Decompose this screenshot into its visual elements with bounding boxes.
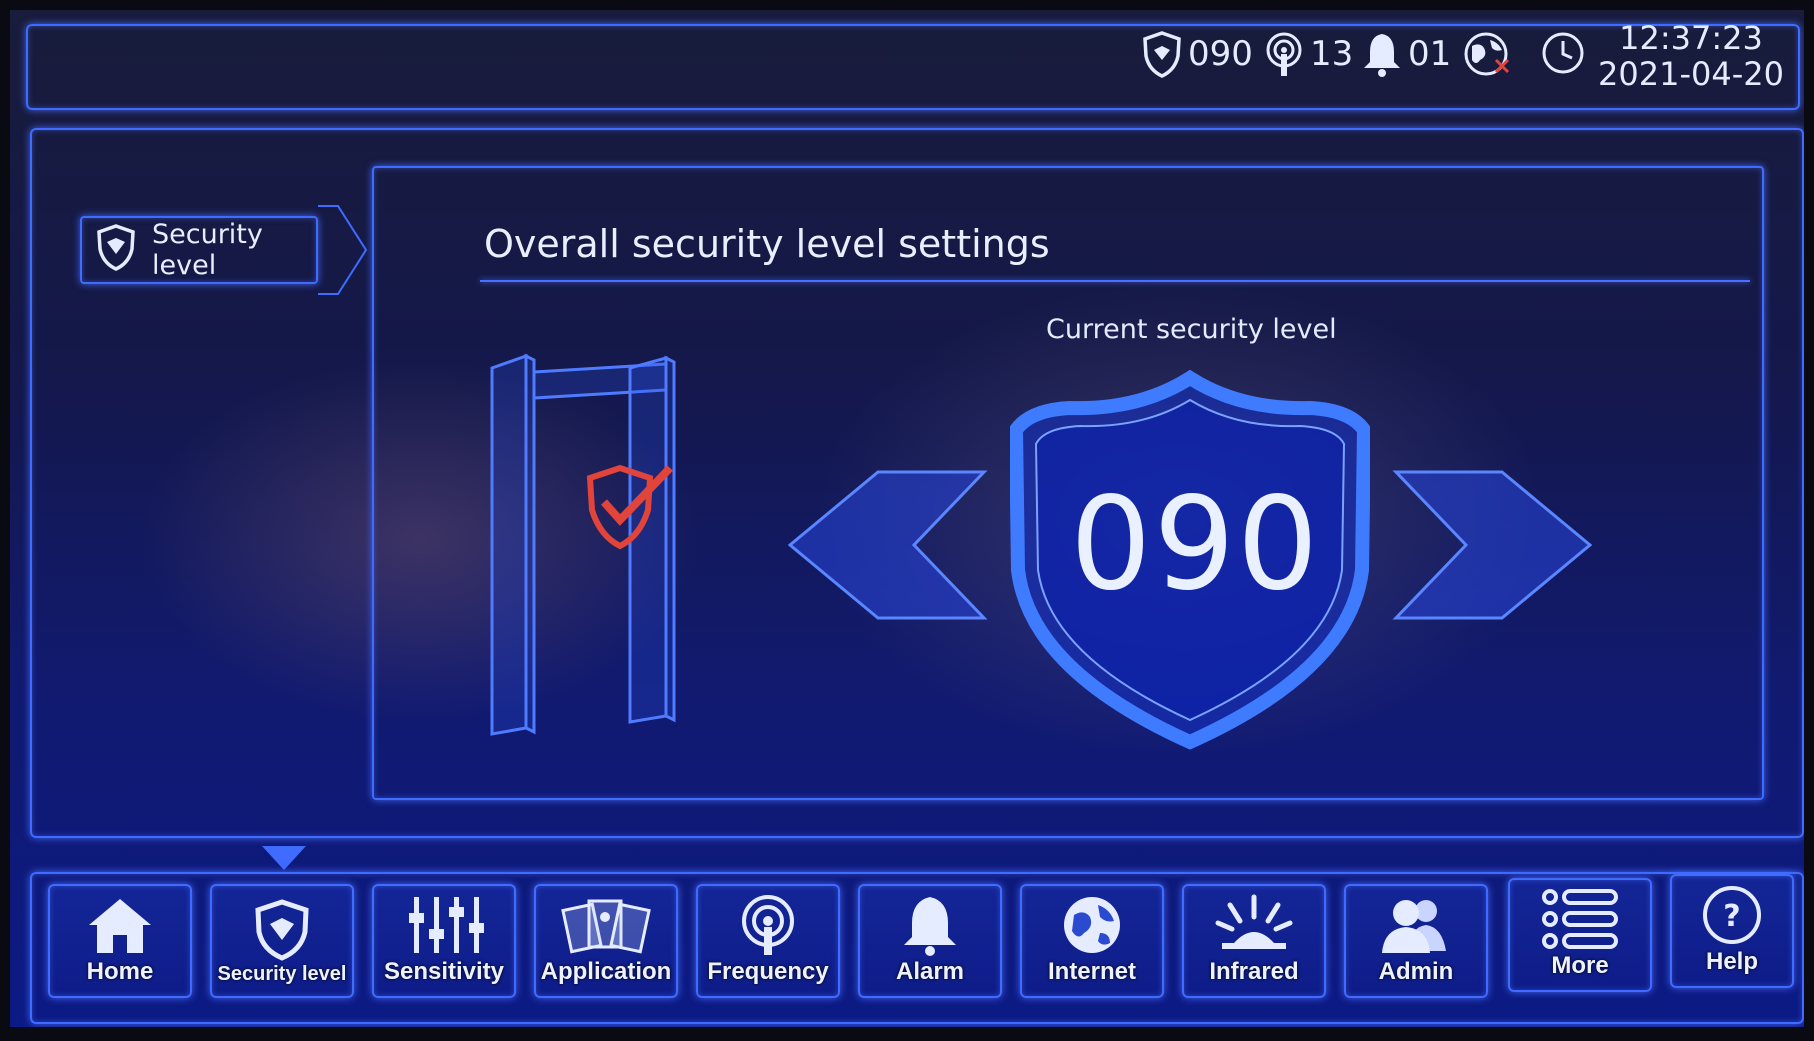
help-icon: ?	[1700, 882, 1764, 948]
nav-sensitivity-button[interactable]: Sensitivity	[372, 884, 516, 998]
shield-icon	[252, 897, 312, 963]
nav-alarm-label: Alarm	[895, 958, 965, 985]
globe-icon	[1060, 892, 1124, 958]
nav-application-button[interactable]: Application	[534, 884, 678, 998]
frequency-icon	[1262, 30, 1306, 78]
date-text: 2021-04-20	[1598, 55, 1784, 93]
shield-icon	[1140, 30, 1184, 78]
cards-icon	[561, 892, 651, 958]
status-network	[1462, 30, 1512, 78]
decrease-level-button[interactable]	[788, 470, 988, 620]
bell-icon	[898, 892, 962, 958]
sliders-icon	[404, 892, 484, 958]
infrared-icon	[1214, 892, 1294, 958]
datetime: 12:37:23 2021-04-20	[1598, 20, 1784, 92]
title-divider	[480, 280, 1750, 282]
nav-internet-label: Internet	[1047, 958, 1136, 985]
status-security: 090	[1140, 30, 1253, 78]
current-level-value: 090	[1070, 470, 1321, 619]
side-tab-label: Security level	[152, 219, 263, 281]
nav-sensitivity-label: Sensitivity	[383, 958, 505, 985]
current-level-label: Current security level	[1046, 314, 1337, 345]
nav-security-level-button[interactable]: Security level	[210, 884, 354, 998]
nav-pointer	[262, 846, 306, 870]
nav-frequency-label: Frequency	[707, 958, 829, 985]
status-alarm-value: 01	[1408, 34, 1452, 74]
time-text: 12:37:23	[1619, 19, 1763, 57]
frequency-icon	[736, 892, 800, 958]
increase-level-button[interactable]	[1392, 470, 1592, 620]
gate-illustration	[490, 353, 676, 736]
status-security-value: 090	[1188, 34, 1253, 74]
globe-icon	[1462, 30, 1512, 78]
nav-help-label: Help	[1705, 948, 1758, 975]
svg-text:?: ?	[1723, 899, 1740, 934]
list-icon	[1540, 886, 1620, 952]
nav-alarm-button[interactable]: Alarm	[858, 884, 1002, 998]
nav-admin-button[interactable]: Admin	[1344, 884, 1488, 998]
nav-help-button[interactable]: ? Help	[1670, 874, 1794, 988]
shield-icon	[94, 223, 138, 278]
users-icon	[1376, 892, 1456, 958]
home-icon	[85, 892, 155, 958]
status-clock	[1540, 30, 1586, 76]
nav-infrared-button[interactable]: Infrared	[1182, 884, 1326, 998]
status-frequency: 13	[1262, 30, 1353, 78]
status-bar	[26, 24, 1800, 110]
status-alarm: 01	[1360, 30, 1451, 78]
clock-icon	[1540, 30, 1586, 76]
nav-application-label: Application	[540, 958, 672, 985]
nav-more-button[interactable]: More	[1508, 878, 1652, 992]
nav-frequency-button[interactable]: Frequency	[696, 884, 840, 998]
nav-home-label: Home	[86, 958, 154, 985]
nav-internet-button[interactable]: Internet	[1020, 884, 1164, 998]
status-frequency-value: 13	[1310, 34, 1354, 74]
side-tab-security-level[interactable]: Security level	[80, 216, 318, 284]
section-title: Overall security level settings	[484, 222, 1050, 266]
nav-admin-label: Admin	[1378, 958, 1454, 985]
nav-more-label: More	[1551, 952, 1609, 979]
nav-home-button[interactable]: Home	[48, 884, 192, 998]
nav-infrared-label: Infrared	[1209, 958, 1299, 985]
tab-connector	[318, 205, 368, 295]
nav-security-level-label: Security level	[217, 963, 347, 985]
bell-icon	[1360, 30, 1404, 78]
